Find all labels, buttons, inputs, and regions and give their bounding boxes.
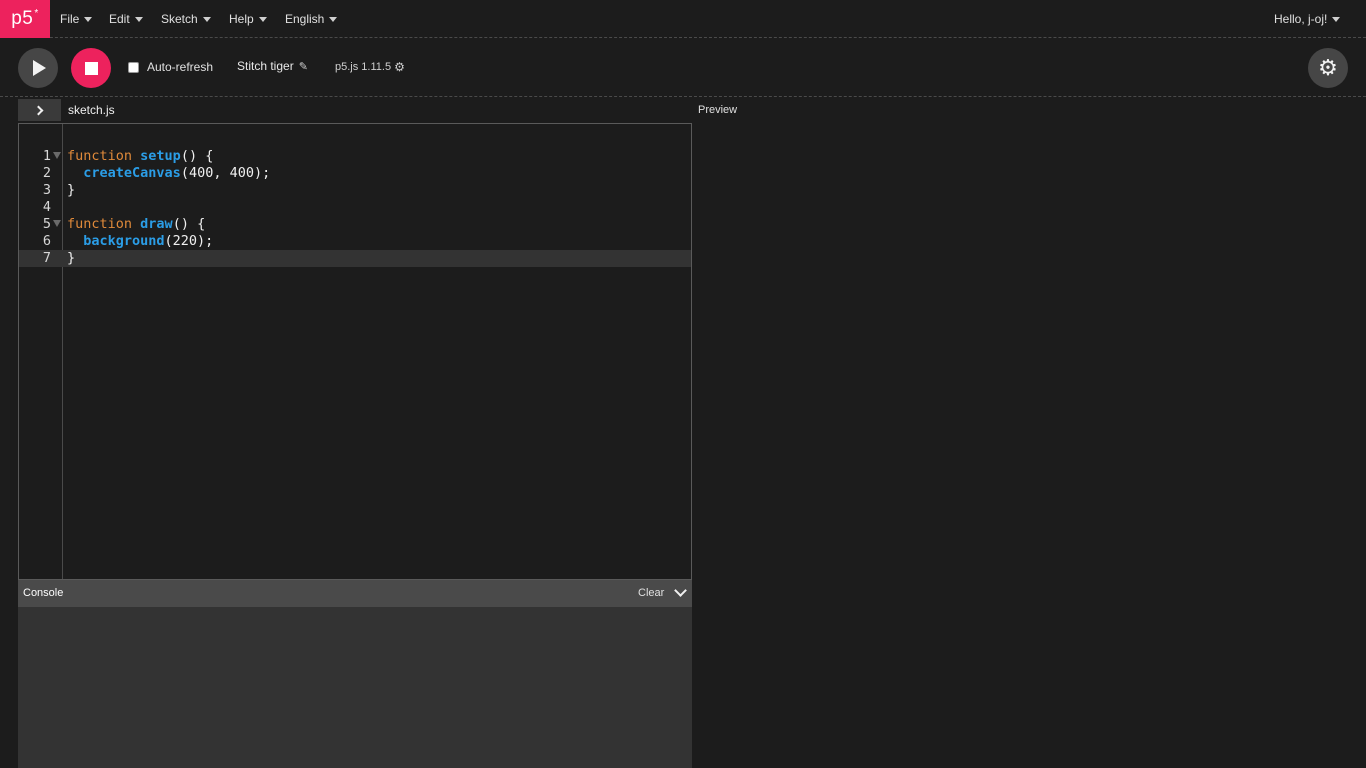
auto-refresh-checkbox[interactable] <box>128 61 139 73</box>
code-text: (400, 400); <box>180 165 271 181</box>
code-line[interactable]: 5 function draw() { <box>19 216 691 233</box>
code-text: () { <box>172 216 206 232</box>
keyword: function <box>67 216 133 232</box>
menu-edit[interactable]: Edit <box>109 0 143 38</box>
menu-language-label: English <box>285 12 325 26</box>
menu-file[interactable]: File <box>60 0 93 38</box>
menu-file-label: File <box>60 12 80 26</box>
play-icon <box>33 60 46 76</box>
code-line-active[interactable]: 7 } <box>19 250 691 267</box>
caret-down-icon <box>1332 16 1341 22</box>
builtin-function: createCanvas <box>83 165 181 181</box>
play-button[interactable] <box>18 48 58 88</box>
menu-edit-label: Edit <box>109 12 130 26</box>
gear-icon: ⚙ <box>394 60 405 74</box>
menu-sketch-label: Sketch <box>161 12 198 26</box>
function-name: draw <box>140 216 173 232</box>
auto-refresh-toggle[interactable]: Auto-refresh <box>128 60 213 74</box>
function-name: setup <box>140 148 181 164</box>
builtin-function: background <box>83 233 165 249</box>
sketch-name-label: Stitch tiger <box>237 59 294 73</box>
line-number: 5 <box>42 216 51 232</box>
user-greeting: Hello, j-oj! <box>1274 12 1328 26</box>
code-line[interactable]: 6 background(220); <box>19 233 691 250</box>
keyword: function <box>67 148 133 164</box>
code-line[interactable]: 3 } <box>19 182 691 199</box>
console-title: Console <box>23 587 64 599</box>
line-number: 2 <box>42 165 51 181</box>
console-header: Console Clear <box>18 580 692 607</box>
code-editor[interactable]: 1 function setup() { 2 createCanvas(400,… <box>18 123 692 580</box>
user-menu[interactable]: Hello, j-oj! <box>1274 0 1341 38</box>
fold-arrow-icon[interactable] <box>53 220 61 227</box>
sidebar-toggle-button[interactable] <box>18 99 61 121</box>
code-line[interactable]: 2 createCanvas(400, 400); <box>19 165 691 182</box>
code-text: () { <box>180 148 214 164</box>
caret-down-icon <box>329 16 338 22</box>
menu-help[interactable]: Help <box>229 0 267 38</box>
auto-refresh-label: Auto-refresh <box>147 60 214 74</box>
file-tab[interactable]: sketch.js <box>68 103 115 117</box>
toolbar: Auto-refresh Stitch tiger ✎ p5.js 1.11.5… <box>0 39 1366 97</box>
menu-language[interactable]: English <box>285 0 338 38</box>
line-number: 1 <box>42 148 51 164</box>
menu-help-label: Help <box>229 12 254 26</box>
console-clear-button[interactable]: Clear <box>638 587 664 599</box>
gear-icon: ⚙ <box>1318 55 1338 80</box>
version-selector[interactable]: p5.js 1.11.5 ⚙ <box>335 60 405 74</box>
stop-icon <box>84 61 98 75</box>
menu-sketch[interactable]: Sketch <box>161 0 211 38</box>
line-number: 3 <box>42 182 51 198</box>
chevron-down-icon[interactable] <box>674 584 687 597</box>
logo-text: p5 <box>11 8 34 29</box>
stop-button[interactable] <box>71 48 111 88</box>
caret-down-icon <box>134 16 143 22</box>
version-label: p5.js 1.11.5 <box>335 61 392 73</box>
caret-down-icon <box>84 16 93 22</box>
line-number: 6 <box>42 233 51 249</box>
preview-label: Preview <box>698 104 738 116</box>
settings-button[interactable]: ⚙ <box>1308 48 1348 88</box>
chevron-right-icon <box>33 105 43 115</box>
code-line[interactable]: 4 <box>19 199 691 216</box>
code-text: (220); <box>164 233 214 249</box>
console-output <box>18 607 692 768</box>
line-number: 4 <box>42 199 51 215</box>
top-nav: p5 * File Edit Sketch Help English Hello,… <box>0 0 1366 38</box>
fold-arrow-icon[interactable] <box>53 152 61 159</box>
logo-star: * <box>34 7 39 19</box>
pencil-icon[interactable]: ✎ <box>299 60 308 73</box>
code-text: } <box>67 250 76 266</box>
caret-down-icon <box>258 16 267 22</box>
sketch-name[interactable]: Stitch tiger ✎ <box>237 59 308 73</box>
line-number: 7 <box>42 250 51 266</box>
code-text: } <box>67 182 76 198</box>
code-line[interactable]: 1 function setup() { <box>19 148 691 165</box>
caret-down-icon <box>202 16 211 22</box>
p5-logo[interactable]: p5 * <box>0 0 50 38</box>
